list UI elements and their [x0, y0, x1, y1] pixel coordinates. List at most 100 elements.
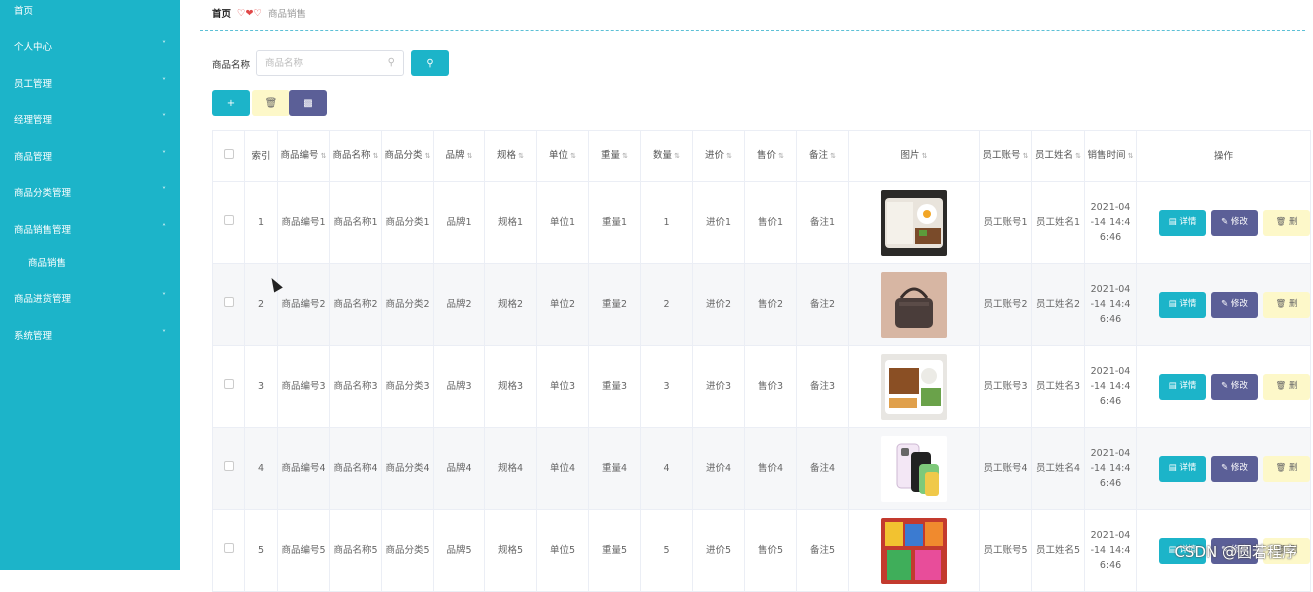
sidebar-item-8[interactable]: 商品进货管理 ˅ [0, 288, 180, 308]
search-button[interactable]: ⚲ [411, 50, 449, 76]
sort-icon[interactable]: ⇅ [1023, 152, 1029, 160]
document-icon: ▤ [1168, 381, 1180, 391]
column-header[interactable]: 备注 ⇅ [796, 130, 849, 182]
cell-price: 售价4 [744, 427, 797, 510]
sidebar-item-1[interactable]: 个人中心 ˅ [0, 36, 180, 56]
row-checkbox[interactable] [223, 297, 234, 307]
sort-icon[interactable]: ⇅ [778, 152, 784, 160]
delete-row-button[interactable]: 🗑 删 [1263, 455, 1310, 482]
sort-icon[interactable]: ⇅ [321, 152, 327, 160]
column-header[interactable]: 商品分类 ⇅ [381, 130, 434, 182]
row-checkbox[interactable] [223, 215, 234, 225]
chart-button[interactable]: ▩ [289, 90, 327, 116]
sort-icon[interactable]: ⇅ [674, 152, 680, 160]
cell-qty: 4 [640, 427, 693, 510]
chevron-down-icon: ˅ [162, 40, 166, 49]
table-row[interactable]: 1 商品编号1 商品名称1 商品分类1 品牌1 规格1 单位1 重量1 1 进价1 售价1 备注1 员工… [212, 181, 1311, 264]
detail-button[interactable]: ▤ 详情 [1159, 209, 1206, 236]
column-header-label: 销售时间 [1087, 150, 1126, 161]
chevron-up-icon: ˄ [162, 223, 166, 232]
sort-icon[interactable]: ⇅ [570, 152, 576, 160]
cell-unit: 单位3 [536, 345, 589, 428]
column-header[interactable]: 进价 ⇅ [692, 130, 745, 182]
column-header[interactable]: 销售时间 ⇅ [1084, 130, 1137, 182]
sidebar-item-9[interactable]: 系统管理 ˅ [0, 325, 180, 345]
sort-icon[interactable]: ⇅ [518, 152, 524, 160]
cell-text: 单位5 [549, 545, 576, 556]
sidebar-item-0[interactable]: 首页 [0, 0, 180, 20]
watermark: CSDN @圆若程序 [1174, 543, 1297, 561]
edit-button[interactable]: ✎ 修改 [1211, 209, 1258, 236]
sort-icon[interactable]: ⇅ [830, 152, 836, 160]
cell-text: 品牌3 [446, 381, 472, 392]
row-checkbox[interactable] [223, 543, 234, 553]
cell-text: 2 [257, 299, 265, 310]
delete-button[interactable]: 🗑 [252, 90, 290, 116]
edit-button[interactable]: ✎ 修改 [1211, 373, 1258, 400]
column-header[interactable]: 数量 ⇅ [640, 130, 693, 182]
sort-icon[interactable]: ⇅ [622, 152, 628, 160]
delete-row-button[interactable]: 🗑 删 [1263, 291, 1310, 318]
detail-button[interactable]: ▤ 详情 [1159, 373, 1206, 400]
sidebar-item-6[interactable]: 商品销售管理 ˄ [0, 219, 180, 239]
column-header[interactable]: 图片 ⇅ [848, 130, 980, 182]
sidebar-item-5[interactable]: 商品分类管理 ˅ [0, 182, 180, 202]
column-header[interactable]: 售价 ⇅ [744, 130, 797, 182]
column-header[interactable]: 品牌 ⇅ [433, 130, 485, 182]
add-button[interactable]: + [212, 90, 250, 116]
table-row[interactable]: 3 商品编号3 商品名称3 商品分类3 品牌3 规格3 单位3 重量3 3 进价3 售价3 备注3 员工… [212, 345, 1311, 428]
edit-label: 修改 [1230, 381, 1248, 391]
cell-brand: 品牌4 [433, 427, 485, 510]
table-row[interactable]: 2 商品编号2 商品名称2 商品分类2 品牌2 规格2 单位2 重量2 2 进价2 售价2 备注2 员工… [212, 263, 1311, 346]
column-header[interactable]: 规格 ⇅ [484, 130, 537, 182]
search-input[interactable] [265, 51, 385, 75]
table-row[interactable]: 5 商品编号5 商品名称5 商品分类5 品牌5 规格5 单位5 重量5 5 进价5 售价5 备注5 员工… [212, 509, 1311, 592]
sort-icon[interactable]: ⇅ [425, 152, 431, 160]
select-all-checkbox[interactable] [223, 148, 234, 159]
column-header[interactable]: 商品编号 ⇅ [277, 130, 330, 182]
sort-icon[interactable]: ⇅ [1128, 152, 1134, 160]
sort-icon[interactable]: ⇅ [1075, 152, 1081, 160]
table-row[interactable]: 4 商品编号4 商品名称4 商品分类4 品牌4 规格4 单位4 重量4 4 进价4 售价4 备注4 员工… [212, 427, 1311, 510]
sidebar-item-2[interactable]: 员工管理 ˅ [0, 73, 180, 93]
edit-button[interactable]: ✎ 修改 [1211, 455, 1258, 482]
edit-button[interactable]: ✎ 修改 [1211, 291, 1258, 318]
cell-unit: 单位4 [536, 427, 589, 510]
detail-button[interactable]: ▤ 详情 [1159, 291, 1206, 318]
row-checkbox-cell [212, 345, 245, 428]
cell-text: 售价3 [757, 381, 784, 392]
cell-text: 进价3 [705, 381, 732, 392]
sort-icon[interactable]: ⇅ [373, 152, 379, 160]
cell-text: 备注5 [809, 545, 836, 556]
column-header[interactable]: 员工姓名 ⇅ [1031, 130, 1085, 182]
sort-icon[interactable]: ⇅ [467, 152, 473, 160]
sidebar-item-3[interactable]: 经理管理 ˅ [0, 109, 180, 129]
sidebar-item-label: 员工管理 [14, 79, 53, 90]
row-checkbox[interactable] [223, 461, 234, 471]
cell-code: 商品编号4 [277, 427, 330, 510]
sidebar-item-7[interactable]: 商品销售 [0, 252, 180, 272]
cell-category: 商品分类5 [381, 509, 434, 592]
cell-account: 员工账号1 [979, 181, 1032, 264]
sort-icon[interactable]: ⇅ [922, 152, 928, 160]
column-header[interactable]: 单位 ⇅ [536, 130, 589, 182]
cell-weight: 重量4 [588, 427, 641, 510]
column-header[interactable]: 商品名称 ⇅ [329, 130, 382, 182]
delete-row-button[interactable]: 🗑 删 [1263, 373, 1310, 400]
detail-button[interactable]: ▤ 详情 [1159, 455, 1206, 482]
chevron-down-icon: ˅ [162, 113, 166, 122]
sidebar-item-label: 个人中心 [14, 42, 53, 53]
sort-icon[interactable]: ⇅ [726, 152, 732, 160]
row-checkbox[interactable] [223, 379, 234, 389]
cell-note: 备注1 [796, 181, 849, 264]
breadcrumb-home[interactable]: 首页 [212, 6, 231, 20]
sidebar-item-4[interactable]: 商品管理 ˅ [0, 146, 180, 166]
column-header[interactable]: 重量 ⇅ [588, 130, 641, 182]
column-header[interactable]: 员工账号 ⇅ [979, 130, 1032, 182]
cell-brand: 品牌5 [433, 509, 485, 592]
search-label: 商品名称 [212, 60, 251, 71]
delete-row-button[interactable]: 🗑 删 [1263, 209, 1310, 236]
cell-picture [848, 263, 980, 346]
column-header-label: 数量 [653, 150, 673, 161]
column-header: 操作 [1136, 130, 1311, 182]
